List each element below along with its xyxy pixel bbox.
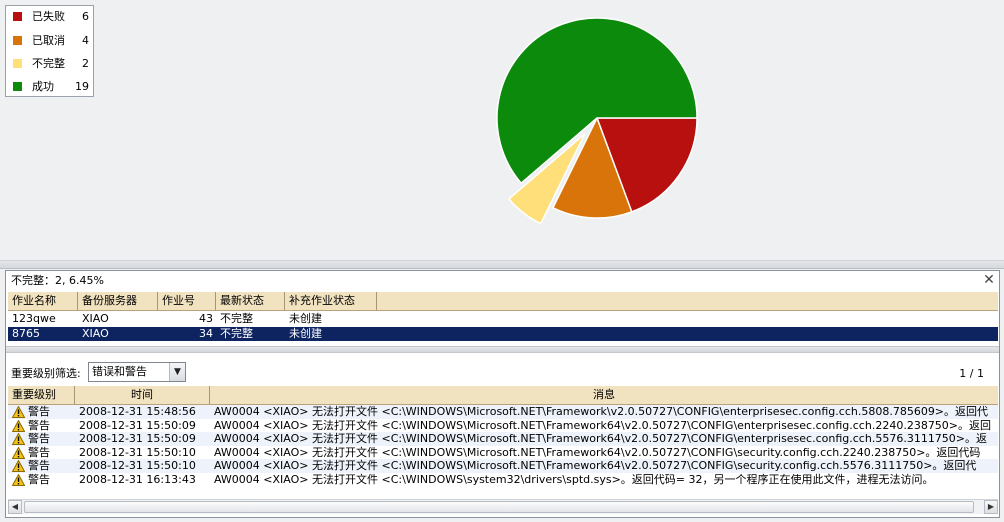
- job-name-cell: 123qwe: [12, 312, 56, 325]
- column-header-latest-status[interactable]: 最新状态: [216, 292, 285, 310]
- column-header-message[interactable]: 消息: [210, 386, 998, 404]
- warning-icon: [12, 433, 25, 445]
- time-cell: 2008-12-31 15:50:10: [79, 445, 196, 459]
- severity-text: 警告: [28, 445, 50, 459]
- close-icon[interactable]: ✕: [982, 273, 996, 287]
- backup-server-cell: XIAO: [82, 327, 109, 340]
- message-cell: AW0004 <XIAO> 无法打开文件 <C:\WINDOWS\system3…: [214, 472, 934, 486]
- warning-icon: [12, 446, 25, 459]
- time-cell: 2008-12-31 15:50:09: [79, 418, 196, 432]
- severity-cell: 警告: [8, 405, 75, 419]
- panel-splitter[interactable]: [6, 346, 999, 353]
- table-row[interactable]: 警告 2008-12-31 16:13:43 AW0004 <XIAO> 无法打开文…: [8, 472, 998, 487]
- panel-title: 不完整：2, 6.45%: [11, 274, 104, 287]
- severity-text: 警告: [28, 418, 50, 432]
- severity-filter-select[interactable]: 错误和警告 ▼: [88, 362, 186, 382]
- column-header-time[interactable]: 时间: [75, 386, 210, 404]
- severity-text: 警告: [28, 472, 50, 486]
- chart-area: 已失败 6 已取消 4 不完整 2 成功 19: [0, 0, 1004, 260]
- column-header-job-name[interactable]: 作业名称: [8, 292, 78, 310]
- time-cell: 2008-12-31 15:50:09: [79, 432, 196, 445]
- column-header-job-id[interactable]: 作业号: [158, 292, 216, 310]
- severity-cell: 警告: [8, 459, 75, 473]
- scroll-right-icon[interactable]: ▶: [984, 500, 998, 514]
- severity-cell: 警告: [8, 473, 75, 487]
- details-panel: 不完整：2, 6.45% ✕ 作业名称 备份服务器 作业号 最新状态 补充作业状…: [5, 270, 1000, 518]
- severity-filter-label: 重要级别筛选:: [11, 367, 81, 380]
- pie-chart: [496, 17, 698, 225]
- severity-filter-value: 错误和警告: [92, 365, 147, 378]
- severity-cell: 警告: [8, 446, 75, 460]
- table-row-selected[interactable]: 8765 XIAO 34 不完整 未创建: [8, 327, 998, 341]
- log-table-body: 警告 2008-12-31 15:48:56 AW0004 <XIAO> 无法打开文…: [8, 405, 998, 499]
- severity-text: 警告: [28, 405, 50, 418]
- job-id-cell: 34: [199, 327, 213, 340]
- scroll-left-icon[interactable]: ◀: [8, 500, 22, 514]
- time-cell: 2008-12-31 16:13:43: [79, 472, 196, 486]
- column-header-severity[interactable]: 重要级别: [8, 386, 75, 404]
- table-row[interactable]: 警告 2008-12-31 15:50:09 AW0004 <XIAO> 无法打开文…: [8, 432, 998, 446]
- message-cell: AW0004 <XIAO> 无法打开文件 <C:\WINDOWS\Microso…: [214, 432, 988, 445]
- message-cell: AW0004 <XIAO> 无法打开文件 <C:\WINDOWS\Microso…: [214, 418, 992, 432]
- column-header-backup-server[interactable]: 备份服务器: [78, 292, 158, 310]
- jobs-table-body: 123qwe XIAO 43 不完整 未创建 8765 XIAO 34 不完整 …: [8, 312, 998, 342]
- latest-status-cell: 不完整: [220, 312, 253, 325]
- message-cell: AW0004 <XIAO> 无法打开文件 <C:\WINDOWS\Microso…: [214, 405, 989, 418]
- supplement-status-cell: 未创建: [289, 327, 322, 340]
- time-cell: 2008-12-31 15:50:10: [79, 459, 196, 472]
- time-cell: 2008-12-31 15:48:56: [79, 405, 196, 418]
- warning-icon: [12, 419, 25, 432]
- message-cell: AW0004 <XIAO> 无法打开文件 <C:\WINDOWS\Microso…: [214, 445, 981, 459]
- supplement-status-cell: 未创建: [289, 312, 322, 325]
- job-name-cell: 8765: [12, 327, 40, 340]
- severity-text: 警告: [28, 432, 50, 445]
- page-indicator: 1 / 1: [959, 367, 984, 380]
- backup-server-cell: XIAO: [82, 312, 109, 325]
- horizontal-scrollbar[interactable]: ◀ ▶: [8, 499, 998, 514]
- severity-text: 警告: [28, 459, 50, 472]
- table-row[interactable]: 警告 2008-12-31 15:48:56 AW0004 <XIAO> 无法打开文…: [8, 405, 998, 419]
- chevron-down-icon[interactable]: ▼: [169, 363, 185, 381]
- jobs-table-header: 作业名称 备份服务器 作业号 最新状态 补充作业状态: [8, 292, 998, 311]
- main-splitter[interactable]: [0, 260, 1004, 269]
- warning-icon: [12, 460, 25, 472]
- severity-cell: 警告: [8, 419, 75, 433]
- scrollbar-thumb[interactable]: [24, 501, 974, 513]
- warning-icon: [12, 473, 25, 486]
- table-row[interactable]: 123qwe XIAO 43 不完整 未创建: [8, 312, 998, 326]
- warning-icon: [12, 406, 25, 418]
- latest-status-cell: 不完整: [220, 327, 253, 340]
- table-row[interactable]: 警告 2008-12-31 15:50:10 AW0004 <XIAO> 无法打开文…: [8, 445, 998, 460]
- table-row[interactable]: 警告 2008-12-31 15:50:09 AW0004 <XIAO> 无法打开文…: [8, 418, 998, 433]
- table-row[interactable]: 警告 2008-12-31 15:50:10 AW0004 <XIAO> 无法打开文…: [8, 459, 998, 473]
- job-id-cell: 43: [199, 312, 213, 325]
- severity-cell: 警告: [8, 432, 75, 446]
- log-table-header: 重要级别 时间 消息: [8, 386, 998, 405]
- column-header-supplement-status[interactable]: 补充作业状态: [285, 292, 377, 310]
- message-cell: AW0004 <XIAO> 无法打开文件 <C:\WINDOWS\Microso…: [214, 459, 977, 472]
